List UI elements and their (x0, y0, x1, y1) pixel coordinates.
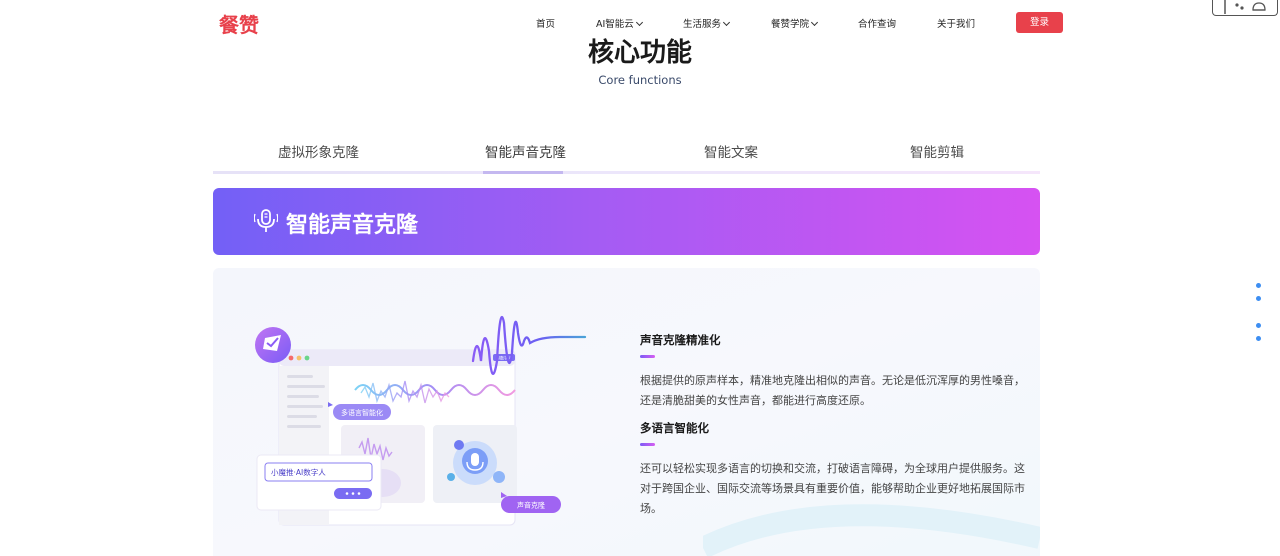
tag-multilang: 多语言智能化 (341, 408, 383, 417)
microphone-icon (254, 209, 278, 232)
side-pager-bottom (1256, 323, 1261, 349)
banner-title: 智能声音克隆 (286, 213, 419, 238)
feature-card: AI数字人 多语言智能化 小魔推·AI数字人 声音克隆 声音克隆精准化 根据提供… (213, 268, 1040, 556)
feature-title: 声音克隆精准化 (640, 333, 721, 347)
toolbar-icons (1224, 0, 1266, 14)
section-subtitle: Core functions (598, 73, 682, 87)
feature-accuracy: 声音克隆精准化 根据提供的原声样本，精准地克隆出相似的声音。无论是低沉浑厚的男性… (640, 332, 1040, 411)
login-button[interactable]: 登录 (1016, 12, 1063, 33)
floating-toolbar[interactable] (1212, 0, 1278, 16)
input-text: 小魔推·AI数字人 (271, 467, 326, 477)
feature-description-line: 还可以轻松实现多语言的切换和交流，打破语言障碍，为全球用户提供服务。这 (640, 462, 1025, 475)
tab-avatar-clone[interactable]: 虚拟形象克隆 (278, 141, 359, 161)
feature-description-line: 还是清脆甜美的女性声音，都能进行高度还原。 (640, 394, 871, 407)
nav-item-label: 生活服务 (683, 19, 722, 30)
active-tab-indicator (483, 171, 563, 174)
nav-item-label: 首页 (536, 19, 556, 30)
pager-dot[interactable] (1256, 283, 1261, 288)
nav-item-ai-cloud[interactable]: AI智能云 (596, 16, 643, 30)
nav-item-label: 餐赞学院 (771, 19, 810, 30)
tab-voice-clone[interactable]: 智能声音克隆 (485, 141, 566, 161)
nav-item-cooperation[interactable]: 合作查询 (858, 16, 896, 30)
nav-item-academy[interactable]: 餐赞学院 (771, 16, 819, 30)
feature-banner: 智能声音克隆 (213, 188, 1040, 255)
tag-voice-clone: 声音克隆 (517, 501, 545, 510)
feature-description: 根据提供的原声样本，精准地克隆出相似的声音。无论是低沉浑厚的男性嗓音， 还是清脆… (640, 371, 1040, 411)
feature-description-line: 场。 (640, 502, 662, 515)
chevron-down-icon (722, 18, 731, 27)
feature-multilang: 多语言智能化 还可以轻松实现多语言的切换和交流，打破语言障碍，为全球用户提供服务… (640, 420, 1040, 519)
feature-description: 还可以轻松实现多语言的切换和交流，打破语言障碍，为全球用户提供服务。这 对于跨国… (640, 459, 1040, 519)
page: 餐赞 首页 AI智能云 生活服务 餐赞学院 合作查询 关于我们 登录 核心功能 … (0, 0, 1280, 556)
tabs-divider (213, 171, 1040, 174)
nav-item-life-services[interactable]: 生活服务 (683, 16, 731, 30)
pager-dot[interactable] (1256, 336, 1261, 341)
tab-smart-edit[interactable]: 智能剪辑 (910, 141, 964, 161)
tab-smart-copy[interactable]: 智能文案 (704, 141, 758, 161)
feature-accent-bar (640, 443, 655, 446)
pager-dot[interactable] (1256, 323, 1261, 328)
chevron-down-icon (810, 18, 819, 27)
section-title: 核心功能 (587, 38, 692, 68)
nav-item-home[interactable]: 首页 (536, 16, 555, 30)
feature-tabs: 虚拟形象克隆 智能声音克隆 智能文案 智能剪辑 (213, 141, 1040, 175)
nav-item-label: 关于我们 (937, 19, 976, 30)
feature-description-line: 根据提供的原声样本，精准地克隆出相似的声音。无论是低沉浑厚的男性嗓音， (640, 374, 1025, 387)
nav-item-label: 合作查询 (858, 19, 897, 30)
voice-clone-illustration: AI数字人 多语言智能化 小魔推·AI数字人 声音克隆 (255, 316, 587, 526)
chevron-down-icon (635, 18, 643, 27)
side-pager-top (1256, 283, 1261, 309)
nav-item-about[interactable]: 关于我们 (937, 16, 975, 30)
nav-item-label: AI智能云 (596, 19, 634, 30)
pager-dot[interactable] (1256, 296, 1261, 301)
feature-description-line: 对于跨国企业、国际交流等场景具有重要价值，能够帮助企业更好地拓展国际市 (640, 482, 1025, 495)
feature-accent-bar (640, 355, 655, 358)
feature-title: 多语言智能化 (640, 421, 709, 435)
